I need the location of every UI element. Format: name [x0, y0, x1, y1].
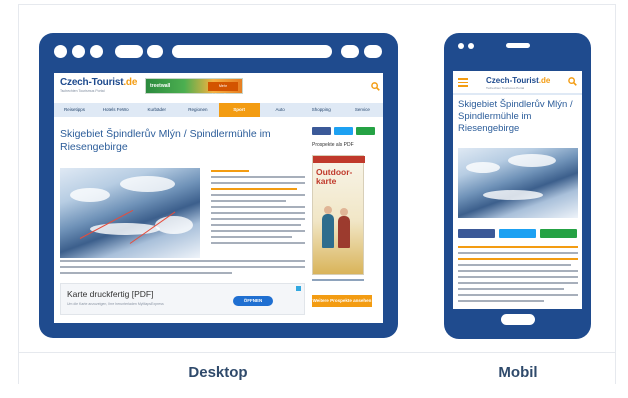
panel-border-right — [615, 4, 616, 384]
search-icon[interactable] — [371, 82, 380, 91]
site-header: Czech-Tourist.de Tschechien Tourismus Po… — [54, 73, 383, 101]
mobile-site-tagline: Tschechien Tourismus Portal — [486, 86, 525, 90]
mobile-share-buttons — [458, 229, 577, 238]
site-logo[interactable]: Czech-Tourist.de — [60, 77, 137, 88]
text-line — [211, 230, 305, 232]
text-line — [211, 176, 305, 178]
ski-area-map-image — [60, 168, 200, 258]
text-line — [211, 182, 305, 184]
text-line — [211, 236, 292, 238]
text-line — [458, 282, 578, 284]
browser-control-pill-1 — [341, 45, 359, 58]
mobile-header-divider — [453, 93, 582, 95]
twitter-share-icon[interactable] — [499, 229, 536, 238]
camera-dot-2 — [468, 43, 474, 49]
mobile-phone-frame: Czech-Tourist.de Tschechien Tourismus Po… — [444, 33, 591, 339]
banner-text: treetwall — [150, 83, 171, 89]
panel-border-top — [18, 4, 616, 5]
text-line — [211, 170, 249, 172]
mobile-article-title: Skigebiet Špindlerův Mlýn / Spindlermühl… — [458, 99, 573, 134]
nav-item-auto[interactable]: Auto — [260, 103, 301, 117]
camera-dot-1 — [458, 43, 464, 49]
ad-open-button[interactable]: ÖFFNEN — [233, 296, 273, 306]
brochure-cta-button[interactable]: Weitere Prospekte ansehen — [312, 295, 372, 307]
main-navigation: Reisetipps Hotels FeWo Kurbäder Regionen Spo… — [54, 103, 383, 117]
banner-button[interactable]: Mehr Informationen — [208, 82, 238, 97]
text-line — [211, 194, 305, 196]
article-text-column — [211, 170, 305, 248]
ad-subtitle: Um die Karte anzuzeigen, Ihre herunterla… — [67, 302, 164, 306]
panel-border-left — [18, 4, 19, 384]
text-line — [211, 206, 305, 208]
desktop-caption: Desktop — [188, 364, 248, 381]
article-text-full — [60, 260, 305, 278]
nav-item-service[interactable]: Service — [342, 103, 383, 117]
window-dot-1 — [54, 45, 67, 58]
text-line — [211, 200, 287, 202]
hamburger-menu-icon[interactable] — [458, 78, 468, 87]
mobile-caption: Mobil — [498, 364, 538, 381]
phone-home-button — [501, 314, 535, 325]
nav-item-reisetipps[interactable]: Reisetipps — [54, 103, 95, 117]
desktop-screen: Czech-Tourist.de Tschechien Tourismus Po… — [54, 73, 383, 323]
share-buttons — [312, 127, 375, 135]
responsive-preview: Czech-Tourist.de Tschechien Tourismus Po… — [0, 0, 628, 398]
text-line — [458, 288, 564, 290]
text-line — [60, 266, 305, 268]
pdf-heading: Prospekte als PDF — [312, 142, 354, 148]
facebook-share-icon[interactable] — [312, 127, 331, 135]
nav-item-hotels-fewo[interactable]: Hotels FeWo — [95, 103, 136, 117]
browser-tab-pill-2 — [147, 45, 163, 58]
ad-title: Karte druckfertig [PDF] — [67, 289, 154, 299]
ad-info-icon[interactable] — [296, 286, 301, 291]
article-title: Skigebiet Špindlerův Mlýn / Spindlermühl… — [60, 128, 271, 153]
brochure-cover[interactable]: Outdoor-karte — [312, 155, 365, 275]
text-line — [211, 224, 302, 226]
text-line — [458, 270, 578, 272]
pdf-map-ad[interactable]: Karte druckfertig [PDF] Um die Karte anz… — [60, 283, 305, 315]
browser-control-pill-2 — [364, 45, 382, 58]
phone-speaker — [506, 43, 530, 48]
text-line — [60, 260, 305, 262]
panel-border-bottom — [18, 352, 616, 353]
mobile-article-text — [458, 246, 578, 306]
nav-item-sport[interactable]: Sport — [218, 103, 260, 117]
brochure-link[interactable] — [312, 279, 364, 281]
text-line — [458, 294, 578, 296]
whatsapp-share-icon[interactable] — [356, 127, 375, 135]
text-line — [458, 264, 571, 266]
facebook-share-icon[interactable] — [458, 229, 495, 238]
brochure-title: Outdoor-karte — [316, 167, 353, 186]
text-line — [458, 252, 578, 254]
window-dot-3 — [90, 45, 103, 58]
text-line — [458, 276, 578, 278]
mobile-screen: Czech-Tourist.de Tschechien Tourismus Po… — [453, 71, 582, 309]
mobile-ski-area-map-image — [458, 148, 578, 218]
browser-tab-pill-1 — [115, 45, 143, 58]
mobile-site-logo[interactable]: Czech-Tourist.de — [486, 76, 550, 85]
text-line — [458, 300, 545, 302]
nav-item-shopping[interactable]: Shopping — [301, 103, 342, 117]
text-line — [211, 212, 305, 214]
text-line — [60, 272, 232, 274]
nav-item-regionen[interactable]: Regionen — [177, 103, 218, 117]
nav-item-kurb-der[interactable]: Kurbäder — [136, 103, 177, 117]
header-banner-ad[interactable]: treetwall Mehr Informationen — [145, 78, 243, 97]
window-dot-2 — [72, 45, 85, 58]
text-line — [458, 258, 578, 260]
address-bar — [172, 45, 332, 58]
text-line — [211, 218, 305, 220]
text-line — [458, 246, 578, 248]
whatsapp-share-icon[interactable] — [540, 229, 577, 238]
twitter-share-icon[interactable] — [334, 127, 353, 135]
text-line — [211, 242, 305, 244]
text-line — [211, 188, 298, 190]
search-icon[interactable] — [568, 77, 577, 86]
site-tagline: Tschechien Tourismus Portal — [60, 89, 105, 93]
desktop-browser-frame: Czech-Tourist.de Tschechien Tourismus Po… — [39, 33, 398, 338]
